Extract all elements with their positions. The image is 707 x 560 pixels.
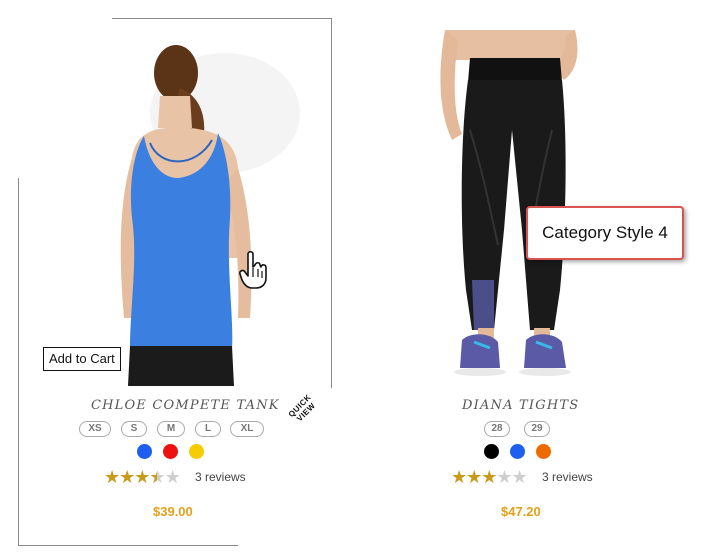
size-option[interactable]: S bbox=[121, 421, 147, 437]
card-frame-bottom bbox=[18, 545, 238, 546]
product-image-chloe-tank[interactable] bbox=[20, 18, 332, 386]
color-swatch-yellow[interactable] bbox=[189, 444, 204, 459]
rating-stars: ★★★★★ bbox=[104, 467, 181, 487]
product-name-chloe[interactable]: CHLOE COMPETE TANK bbox=[91, 398, 280, 413]
size-option[interactable]: XL bbox=[230, 421, 264, 437]
color-swatch-black[interactable] bbox=[484, 444, 499, 459]
hand-cursor-icon bbox=[238, 250, 270, 290]
size-option[interactable]: 29 bbox=[524, 421, 550, 437]
add-to-cart-button[interactable]: Add to Cart bbox=[43, 347, 121, 371]
size-option[interactable]: M bbox=[157, 421, 185, 437]
reviews-link[interactable]: 3 reviews bbox=[195, 470, 246, 484]
product-price: $39.00 bbox=[153, 504, 193, 519]
reviews-link[interactable]: 3 reviews bbox=[542, 470, 593, 484]
product-name-diana[interactable]: DIANA TIGHTS bbox=[462, 398, 579, 413]
color-swatch-orange[interactable] bbox=[536, 444, 551, 459]
size-option[interactable]: 28 bbox=[484, 421, 510, 437]
product-price: $47.20 bbox=[501, 504, 541, 519]
size-option[interactable]: XS bbox=[79, 421, 111, 437]
color-swatch-blue[interactable] bbox=[137, 444, 152, 459]
card-frame-left bbox=[18, 178, 19, 546]
color-swatch-blue[interactable] bbox=[510, 444, 525, 459]
rating-stars: ★★★★★ bbox=[451, 467, 528, 487]
size-option[interactable]: L bbox=[195, 421, 221, 437]
category-style-callout: Category Style 4 bbox=[526, 206, 684, 260]
quick-view-button[interactable]: QUICK VIEW bbox=[281, 387, 325, 431]
color-swatch-red[interactable] bbox=[163, 444, 178, 459]
